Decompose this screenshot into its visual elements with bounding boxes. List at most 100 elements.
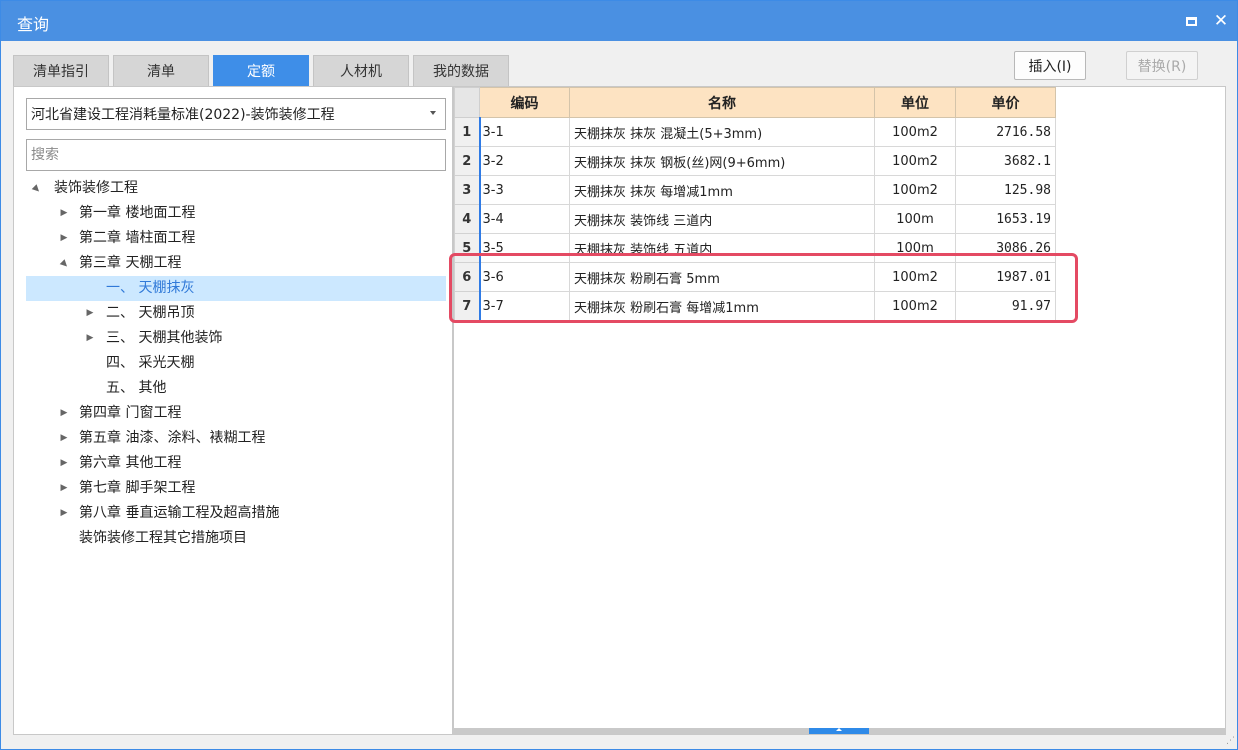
grid-corner-cell[interactable]: [454, 87, 480, 118]
tree-node[interactable]: ▶ 第一章 楼地面工程: [26, 201, 446, 226]
close-button[interactable]: ✕: [1209, 9, 1233, 33]
cell-price[interactable]: 1987.01: [955, 262, 1056, 292]
tree-node[interactable]: ▶ 第二章 墙柱面工程: [26, 226, 446, 251]
tree-node[interactable]: ▶ 二、 天棚吊顶: [26, 301, 446, 326]
window-title: 查询: [17, 15, 50, 34]
tree-node[interactable]: 四、 采光天棚: [26, 351, 446, 376]
cell-name[interactable]: 天棚抹灰 粉刷石膏 每增减1mm: [569, 291, 875, 321]
tree-expanded-icon[interactable]: ▲: [23, 175, 49, 201]
tree-node-label: 二、 天棚吊顶: [106, 305, 195, 321]
tree-node-label: 一、 天棚抹灰: [106, 280, 195, 296]
tree-collapsed-icon[interactable]: ▶: [58, 426, 70, 451]
cell-name[interactable]: 天棚抹灰 抹灰 钢板(丝)网(9+6mm): [569, 146, 875, 176]
tree-node-label: 第三章 天棚工程: [79, 255, 182, 271]
tab-4[interactable]: 我的数据: [413, 55, 509, 86]
tree-node-label: 第七章 脚手架工程: [79, 480, 196, 496]
column-header-price[interactable]: 单价: [955, 87, 1056, 118]
search-input[interactable]: [26, 139, 446, 171]
chevron-down-icon[interactable]: [430, 111, 436, 115]
tree-collapsed-icon[interactable]: ▶: [58, 476, 70, 501]
tree-node[interactable]: ▶ 三、 天棚其他装饰: [26, 326, 446, 351]
tab-2[interactable]: 定额: [213, 55, 309, 86]
cell-price[interactable]: 3682.1: [955, 146, 1056, 176]
cell-code[interactable]: 3-7: [478, 291, 570, 321]
tree-collapsed-icon[interactable]: ▶: [58, 401, 70, 426]
row-number[interactable]: 6: [454, 262, 480, 292]
library-panel: 河北省建设工程消耗量标准(2022)-装饰装修工程 ▲ 装饰装修工程 ▶ 第一章 楼地…: [13, 86, 453, 735]
tree-node-label: 第二章 墙柱面工程: [79, 230, 196, 246]
maximize-icon: [1185, 16, 1197, 26]
tab-3[interactable]: 人材机: [313, 55, 409, 86]
tree-node-label: 五、 其他: [106, 380, 167, 396]
cell-unit[interactable]: 100m2: [874, 146, 956, 176]
cell-price[interactable]: 125.98: [955, 175, 1056, 205]
tree-node[interactable]: 五、 其他: [26, 376, 446, 401]
column-header-unit[interactable]: 单位: [874, 87, 956, 118]
tree-collapsed-icon[interactable]: ▶: [58, 451, 70, 476]
tree-node-label: 第六章 其他工程: [79, 455, 182, 471]
table-row[interactable]: 4 3-4 天棚抹灰 装饰线 三道内 100m 1653.19: [454, 204, 1056, 234]
cell-unit[interactable]: 100m: [874, 233, 956, 263]
cell-unit[interactable]: 100m2: [874, 117, 956, 147]
cell-unit[interactable]: 100m2: [874, 291, 956, 321]
cell-name[interactable]: 天棚抹灰 粉刷石膏 5mm: [569, 262, 875, 292]
table-row[interactable]: 3 3-3 天棚抹灰 抹灰 每增减1mm 100m2 125.98: [454, 175, 1056, 205]
tree-node[interactable]: ▲ 第三章 天棚工程: [26, 251, 446, 276]
tab-0[interactable]: 清单指引: [13, 55, 109, 86]
library-select[interactable]: 河北省建设工程消耗量标准(2022)-装饰装修工程: [26, 98, 446, 130]
title-bar[interactable]: 查询 ✕: [1, 1, 1237, 41]
maximize-button[interactable]: [1179, 9, 1203, 33]
cell-price[interactable]: 2716.58: [955, 117, 1056, 147]
tree-collapsed-icon[interactable]: ▶: [84, 301, 96, 326]
cell-price[interactable]: 1653.19: [955, 204, 1056, 234]
row-number[interactable]: 7: [454, 291, 480, 321]
table-row[interactable]: 7 3-7 天棚抹灰 粉刷石膏 每增减1mm 100m2 91.97: [454, 291, 1056, 321]
cell-unit[interactable]: 100m2: [874, 262, 956, 292]
tree-collapsed-icon[interactable]: ▶: [58, 201, 70, 226]
row-number[interactable]: 5: [454, 233, 480, 263]
cell-unit[interactable]: 100m2: [874, 175, 956, 205]
tree-collapsed-icon[interactable]: ▶: [84, 326, 96, 351]
cell-name[interactable]: 天棚抹灰 抹灰 混凝土(5+3mm): [569, 117, 875, 147]
insert-button[interactable]: 插入(I): [1014, 51, 1086, 80]
cell-code[interactable]: 3-4: [478, 204, 570, 234]
cell-name[interactable]: 天棚抹灰 抹灰 每增减1mm: [569, 175, 875, 205]
tree-collapsed-icon[interactable]: ▶: [58, 226, 70, 251]
table-row[interactable]: 6 3-6 天棚抹灰 粉刷石膏 5mm 100m2 1987.01: [454, 262, 1056, 292]
tree-node[interactable]: ▶ 第四章 门窗工程: [26, 401, 446, 426]
tree-node[interactable]: ▶ 第七章 脚手架工程: [26, 476, 446, 501]
table-row[interactable]: 5 3-5 天棚抹灰 装饰线 五道内 100m 3086.26: [454, 233, 1056, 263]
table-row[interactable]: 2 3-2 天棚抹灰 抹灰 钢板(丝)网(9+6mm) 100m2 3682.1: [454, 146, 1056, 176]
scrollbar-handle[interactable]: [809, 728, 869, 734]
tree-node-label: 第八章 垂直运输工程及超高措施: [79, 505, 280, 521]
cell-code[interactable]: 3-1: [478, 117, 570, 147]
row-number[interactable]: 1: [454, 117, 480, 147]
tree-collapsed-icon[interactable]: ▶: [58, 501, 70, 526]
cell-code[interactable]: 3-2: [478, 146, 570, 176]
tree-node[interactable]: 装饰装修工程其它措施项目: [26, 526, 446, 551]
tab-1[interactable]: 清单: [113, 55, 209, 86]
cell-price[interactable]: 91.97: [955, 291, 1056, 321]
cell-price[interactable]: 3086.26: [955, 233, 1056, 263]
replace-button[interactable]: 替换(R): [1126, 51, 1198, 80]
close-icon: ✕: [1213, 11, 1229, 31]
resize-grip-icon[interactable]: ⋰: [1222, 735, 1235, 747]
tree-node[interactable]: ▶ 第五章 油漆、涂料、裱糊工程: [26, 426, 446, 451]
row-number[interactable]: 2: [454, 146, 480, 176]
cell-code[interactable]: 3-6: [478, 262, 570, 292]
column-header-code[interactable]: 编码: [479, 87, 570, 118]
cell-name[interactable]: 天棚抹灰 装饰线 五道内: [569, 233, 875, 263]
tree-node[interactable]: 一、 天棚抹灰: [26, 276, 446, 301]
row-number[interactable]: 3: [454, 175, 480, 205]
tree-node[interactable]: ▶ 第六章 其他工程: [26, 451, 446, 476]
column-header-name[interactable]: 名称: [569, 87, 875, 118]
table-row[interactable]: 1 3-1 天棚抹灰 抹灰 混凝土(5+3mm) 100m2 2716.58: [454, 117, 1056, 147]
tree-node[interactable]: ▶ 第八章 垂直运输工程及超高措施: [26, 501, 446, 526]
row-number[interactable]: 4: [454, 204, 480, 234]
tree-expanded-icon[interactable]: ▲: [51, 250, 77, 276]
cell-unit[interactable]: 100m: [874, 204, 956, 234]
cell-name[interactable]: 天棚抹灰 装饰线 三道内: [569, 204, 875, 234]
cell-code[interactable]: 3-3: [478, 175, 570, 205]
cell-code[interactable]: 3-5: [478, 233, 570, 263]
tree-node[interactable]: ▲ 装饰装修工程: [26, 176, 446, 201]
